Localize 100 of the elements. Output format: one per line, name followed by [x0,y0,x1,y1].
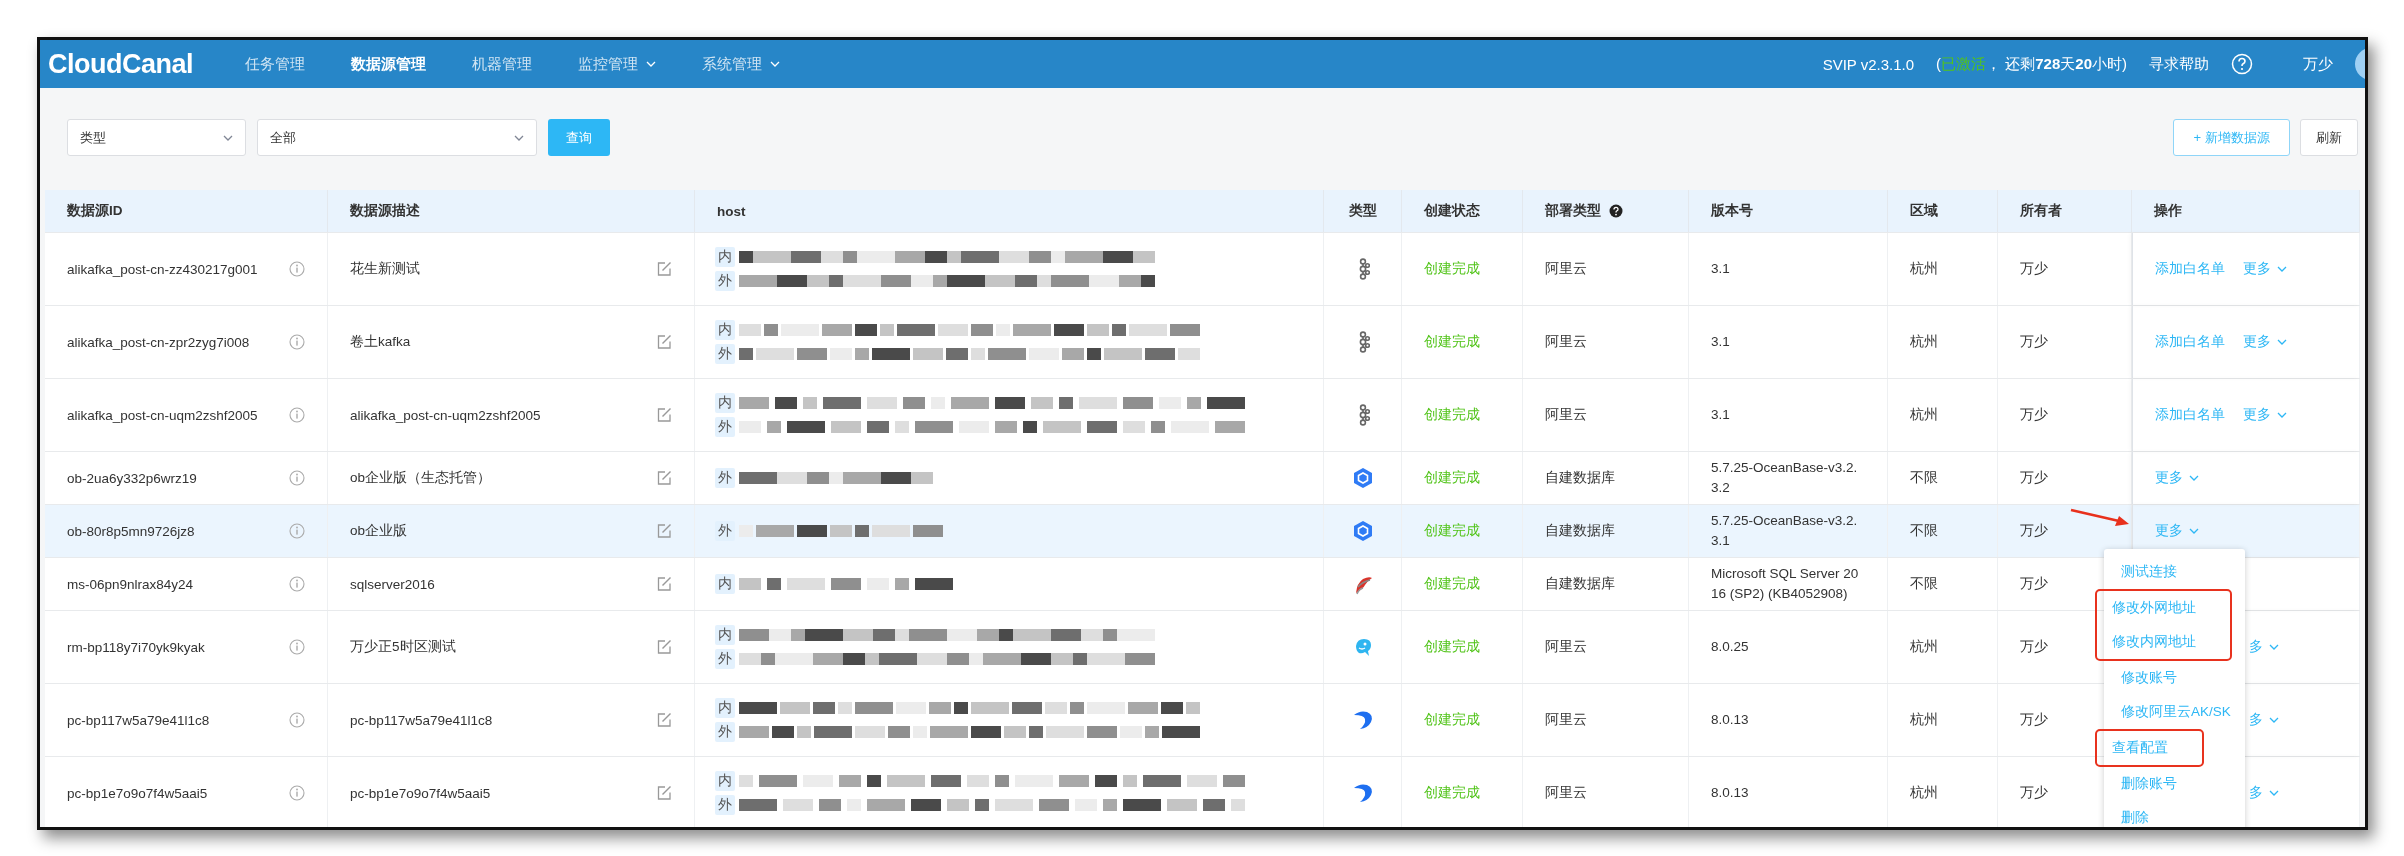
datasource-id: alikafka_post-cn-uqm2zshf2005 [67,407,258,423]
info-icon[interactable] [289,785,305,801]
status-text: 创建完成 [1424,575,1480,593]
info-icon[interactable] [289,334,305,350]
menu-item[interactable]: 修改内网地址 [2112,625,2196,659]
info-icon[interactable] [289,407,305,423]
datasource-id: pc-bp1e7o9o7f4w5aai5 [67,785,208,801]
status-text: 创建完成 [1424,784,1480,802]
menu-item[interactable]: 修改阿里云AK/SK [2121,695,2245,729]
owner-text: 万少 [2020,784,2048,802]
network-tag: 内 [715,625,735,645]
query-button[interactable]: 查询 [548,119,610,156]
nav-tab[interactable]: 系统管理 [682,40,800,88]
edit-icon[interactable] [656,407,672,423]
deploy-type: 自建数据库 [1545,522,1615,540]
datasource-description: 花生新测试 [350,260,420,278]
info-icon[interactable] [289,639,305,655]
help-icon[interactable] [1609,204,1623,218]
status-text: 创建完成 [1424,406,1480,424]
edit-icon[interactable] [656,785,672,801]
type-select[interactable]: 类型 [67,119,246,156]
status-text: 创建完成 [1424,638,1480,656]
more-link[interactable]: 多 [2249,711,2279,729]
version-text: 3.1 [1711,333,1730,351]
datasource-id: ms-06pn9nlrax84y24 [67,576,194,592]
network-tag: 外 [715,521,735,541]
edit-icon[interactable] [656,334,672,350]
network-tag: 外 [715,417,735,437]
datasource-description: pc-bp117w5a79e41l1c8 [350,712,493,728]
menu-item[interactable]: 测试连接 [2121,555,2245,589]
more-link[interactable]: 多 [2249,638,2279,656]
more-link[interactable]: 更多 [2155,469,2199,487]
edit-icon[interactable] [656,470,672,486]
refresh-button[interactable]: 刷新 [2300,119,2358,156]
table-row[interactable]: alikafka_post-cn-zpr2zyg7i008 卷土kafka 内 外 创建完成 阿里云 3.1 杭州 万少 添加白名单 更多 [45,305,2360,378]
edit-icon[interactable] [656,639,672,655]
info-icon[interactable] [289,576,305,592]
more-link[interactable]: 更多 [2243,333,2287,351]
network-tag: 外 [715,649,735,669]
datasource-id: rm-bp118y7i70yk9kyak [67,639,205,655]
datasource-id: ob-2ua6y332p6wrz19 [67,470,197,486]
chevron-down-icon [2269,644,2279,650]
help-link[interactable]: 寻求帮助 [2149,54,2209,74]
column-header: host [717,203,746,219]
edit-icon[interactable] [656,261,672,277]
add-datasource-button[interactable]: + 新增数据源 [2173,119,2290,156]
more-link[interactable]: 更多 [2243,406,2287,424]
nav-tab[interactable]: 监控管理 [558,40,676,88]
network-tag: 外 [715,271,735,291]
menu-item[interactable]: 删除 [2121,801,2245,827]
column-header: 区域 [1910,202,1938,220]
nav-tab[interactable]: 数据源管理 [331,40,446,88]
more-link[interactable]: 更多 [2243,260,2287,278]
datasource-id: pc-bp117w5a79e41l1c8 [67,712,210,728]
chevron-down-icon [770,61,780,67]
datasource-description: ob企业版（生态托管） [350,469,492,487]
nav-tab[interactable]: 任务管理 [225,40,325,88]
info-icon[interactable] [289,523,305,539]
region-text: 不限 [1910,575,1938,593]
action-link[interactable]: 添加白名单 [2155,333,2225,351]
column-header: 创建状态 [1424,202,1480,220]
chevron-down-icon [2189,475,2199,481]
datasource-description: 卷土kafka [350,333,411,351]
logo[interactable]: CloudCanal [48,48,193,80]
owner-text: 万少 [2020,333,2048,351]
action-link[interactable]: 添加白名单 [2155,260,2225,278]
user-name[interactable]: 万少 [2303,54,2333,74]
owner-text: 万少 [2020,711,2048,729]
network-tag: 内 [715,320,735,340]
table-row[interactable]: alikafka_post-cn-uqm2zshf2005 alikafka_post-cn-uqm2zshf2005 内 外 创建完成 阿里云 3.1 杭州 万少 添加白名单 更多 [45,378,2360,451]
column-header: 操作 [2154,202,2182,220]
owner-text: 万少 [2020,522,2048,540]
network-tag: 外 [715,795,735,815]
edit-icon[interactable] [656,523,672,539]
version-label: SVIP v2.3.1.0 [1822,55,1915,73]
more-link[interactable]: 多 [2249,784,2279,802]
more-link[interactable]: 更多 [2155,522,2199,540]
chevron-down-icon [2269,790,2279,796]
nav-tab[interactable]: 机器管理 [452,40,552,88]
info-icon[interactable] [289,712,305,728]
edit-icon[interactable] [656,712,672,728]
edit-icon[interactable] [656,576,672,592]
region-text: 杭州 [1910,406,1938,424]
region-text: 杭州 [1910,638,1938,656]
column-header: 部署类型 [1545,202,1601,220]
network-tag: 外 [715,468,735,488]
table-row[interactable]: alikafka_post-cn-zz430217g001 花生新测试 内 外 创建完成 阿里云 3.1 杭州 万少 添加白名单 更多 [45,232,2360,305]
status-text: 创建完成 [1424,469,1480,487]
chevron-down-icon [2277,412,2287,418]
network-tag: 内 [715,771,735,791]
action-link[interactable]: 添加白名单 [2155,406,2225,424]
menu-item[interactable]: 删除账号 [2121,767,2245,801]
license-status: (已激活， 还剩728天20小时) [1936,54,2127,74]
status-text: 创建完成 [1424,522,1480,540]
version-text: 8.0.25 [1711,638,1749,656]
value-select[interactable]: 全部 [257,119,537,156]
info-icon[interactable] [289,261,305,277]
region-text: 杭州 [1910,784,1938,802]
info-icon[interactable] [289,470,305,486]
datasource-description: ob企业版 [350,522,408,540]
